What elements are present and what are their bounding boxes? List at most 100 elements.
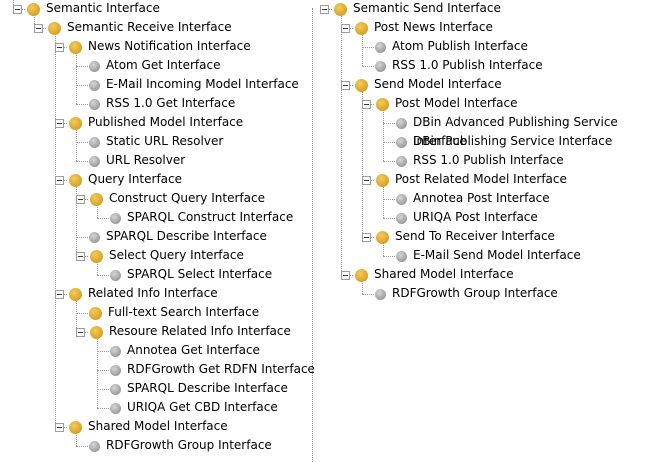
- tree-node-label[interactable]: Query Interface: [88, 170, 182, 189]
- collapse-minus-icon[interactable]: [76, 195, 85, 204]
- tree-node-label[interactable]: Published Model Interface: [88, 113, 243, 132]
- collapse-minus-icon[interactable]: [55, 290, 64, 299]
- tree-node-annotea-get-interface[interactable]: [0, 342, 1, 361]
- tree-node-semantic-send-interface[interactable]: [0, 0, 1, 19]
- tree-node-label[interactable]: Atom Publish Interface: [392, 37, 528, 56]
- tree-node-label[interactable]: RDFGrowth Get RDFN Interface: [127, 360, 315, 379]
- collapse-minus-icon[interactable]: [341, 271, 350, 280]
- collapse-minus-icon[interactable]: [13, 5, 22, 14]
- tree-node-label[interactable]: Semantic Interface: [46, 0, 160, 18]
- tree-node-e-mail-send-model-interface[interactable]: [0, 247, 1, 266]
- tree-node-label[interactable]: SPARQL Construct Interface: [127, 208, 293, 227]
- collapse-minus-icon[interactable]: [55, 119, 64, 128]
- tree-node-label[interactable]: Send Model Interface: [374, 75, 502, 94]
- collapse-minus-icon[interactable]: [55, 43, 64, 52]
- collapse-minus-icon[interactable]: [34, 24, 43, 33]
- collapse-minus-icon[interactable]: [362, 100, 371, 109]
- tree-connector-line: [97, 408, 109, 409]
- column-divider: [312, 8, 313, 462]
- tree-node-annotea-post-interface[interactable]: [0, 190, 1, 209]
- tree-node-shared-model-interface[interactable]: [0, 266, 1, 285]
- tree-node-label[interactable]: SPARQL Select Interface: [127, 265, 272, 284]
- tree-node-label[interactable]: DBin Publishing Service Interface: [413, 132, 612, 151]
- tree-connector-line: [76, 66, 88, 67]
- tree-node-label[interactable]: SPARQL Describe Interface: [127, 379, 288, 398]
- tree-node-label[interactable]: Annotea Post Interface: [413, 189, 550, 208]
- collapse-minus-icon[interactable]: [341, 81, 350, 90]
- tree-node-label[interactable]: RDFGrowth Group Interface: [392, 284, 558, 303]
- tree-node-label[interactable]: E-Mail Send Model Interface: [413, 246, 581, 265]
- tree-node-label[interactable]: Atom Get Interface: [106, 56, 220, 75]
- gold-circle-icon: [90, 326, 103, 339]
- tree-node-label[interactable]: Post News Interface: [374, 18, 493, 37]
- tree-node-label[interactable]: URL Resolver: [106, 151, 185, 170]
- tree-node-rss-1-0-publish-interface[interactable]: [0, 152, 1, 171]
- tree-node-dbin-advanced-publishing-service-interface[interactable]: [0, 114, 1, 133]
- tree-node-rdfgrowth-group-interface[interactable]: [0, 437, 1, 456]
- gray-circle-icon: [110, 384, 121, 395]
- tree-node-atom-publish-interface[interactable]: [0, 38, 1, 57]
- gray-circle-icon: [375, 61, 386, 72]
- tree-node-label[interactable]: Send To Receiver Interface: [395, 227, 555, 246]
- tree-node-post-news-interface[interactable]: [0, 19, 1, 38]
- tree-node-label[interactable]: Full-text Search Interface: [108, 303, 259, 322]
- gray-circle-icon: [89, 80, 100, 91]
- tree-node-label[interactable]: Select Query Interface: [109, 246, 244, 265]
- collapse-minus-icon[interactable]: [55, 176, 64, 185]
- tree-node-label[interactable]: RSS 1.0 Publish Interface: [413, 151, 564, 170]
- gold-circle-icon: [355, 22, 368, 35]
- tree-node-post-related-model-interface[interactable]: [0, 171, 1, 190]
- tree-node-rdfgrowth-get-rdfn-interface[interactable]: [0, 361, 1, 380]
- gray-circle-icon: [396, 137, 407, 148]
- tree-node-label[interactable]: Semantic Receive Interface: [67, 18, 232, 37]
- tree-node-label[interactable]: Annotea Get Interface: [127, 341, 260, 360]
- tree-node-label[interactable]: RSS 1.0 Get Interface: [106, 94, 235, 113]
- gold-circle-icon: [69, 288, 82, 301]
- tree-node-dbin-publishing-service-interface[interactable]: [0, 133, 1, 152]
- tree-node-label[interactable]: SPARQL Describe Interface: [106, 227, 267, 246]
- tree-node-label[interactable]: Post Related Model Interface: [395, 170, 567, 189]
- tree-node-rdfgrowth-group-interface[interactable]: [0, 285, 1, 304]
- collapse-minus-icon[interactable]: [320, 5, 329, 14]
- tree-connector-line: [76, 51, 77, 104]
- gray-circle-icon: [396, 213, 407, 224]
- tree-node-rss-1-0-publish-interface[interactable]: [0, 57, 1, 76]
- collapse-minus-icon[interactable]: [55, 423, 64, 432]
- tree-node-label[interactable]: RDFGrowth Group Interface: [106, 436, 272, 455]
- tree-connector-line: [76, 142, 88, 143]
- tree-node-label[interactable]: RSS 1.0 Publish Interface: [392, 56, 543, 75]
- gray-circle-icon: [89, 99, 100, 110]
- tree-node-label[interactable]: E-Mail Incoming Model Interface: [106, 75, 299, 94]
- tree-connector-line: [76, 237, 88, 238]
- tree-node-uriqa-get-cbd-interface[interactable]: [0, 399, 1, 418]
- tree-node-label[interactable]: Static URL Resolver: [106, 132, 223, 151]
- tree-node-full-text-search-interface[interactable]: [0, 304, 1, 323]
- gray-circle-icon: [89, 156, 100, 167]
- tree-node-label[interactable]: Post Model Interface: [395, 94, 518, 113]
- tree-node-label[interactable]: URIQA Post Interface: [413, 208, 538, 227]
- collapse-minus-icon[interactable]: [76, 252, 85, 261]
- tree-node-uriqa-post-interface[interactable]: [0, 209, 1, 228]
- tree-node-label[interactable]: Related Info Interface: [88, 284, 218, 303]
- tree-connector-line: [383, 218, 395, 219]
- collapse-minus-icon[interactable]: [76, 328, 85, 337]
- tree-node-label[interactable]: Semantic Send Interface: [353, 0, 501, 18]
- collapse-minus-icon[interactable]: [362, 176, 371, 185]
- tree-node-label[interactable]: URIQA Get CBD Interface: [127, 398, 278, 417]
- tree-node-label[interactable]: News Notification Interface: [88, 37, 251, 56]
- gray-circle-icon: [396, 194, 407, 205]
- tree-node-post-model-interface[interactable]: [0, 95, 1, 114]
- tree-connector-line: [97, 336, 98, 408]
- tree-node-label[interactable]: Shared Model Interface: [374, 265, 514, 284]
- tree-node-shared-model-interface[interactable]: [0, 418, 1, 437]
- tree-node-resoure-related-info-interface[interactable]: [0, 323, 1, 342]
- tree-node-label[interactable]: Shared Model Interface: [88, 417, 228, 436]
- tree-node-send-to-receiver-interface[interactable]: [0, 228, 1, 247]
- tree-node-label[interactable]: Resoure Related Info Interface: [109, 322, 291, 341]
- tree-node-sparql-describe-interface[interactable]: [0, 380, 1, 399]
- tree-connector-line: [76, 313, 88, 314]
- collapse-minus-icon[interactable]: [362, 233, 371, 242]
- collapse-minus-icon[interactable]: [341, 24, 350, 33]
- tree-node-send-model-interface[interactable]: [0, 76, 1, 95]
- tree-node-label[interactable]: Construct Query Interface: [109, 189, 265, 208]
